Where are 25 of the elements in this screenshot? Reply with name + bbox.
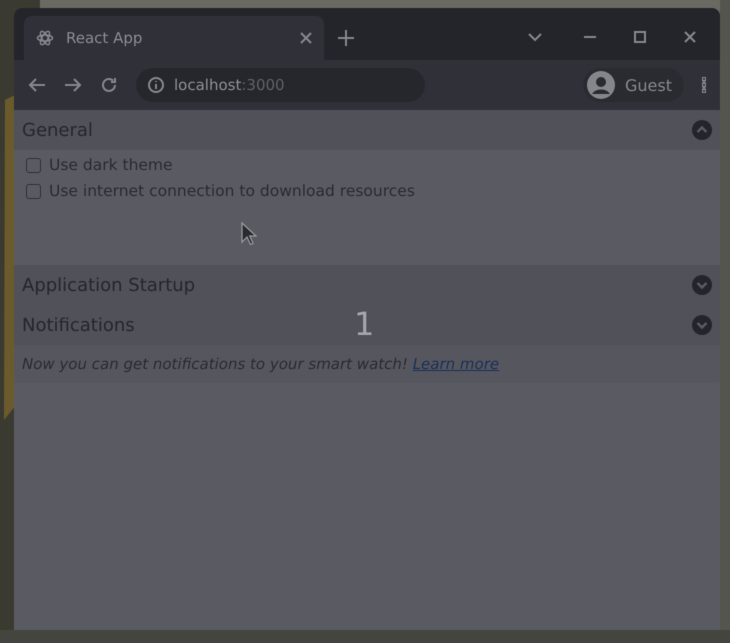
tab-title: React App (66, 29, 144, 47)
maximize-icon[interactable] (634, 31, 646, 43)
plus-icon[interactable] (338, 30, 354, 46)
close-icon[interactable] (684, 31, 696, 43)
chevron-icon[interactable] (692, 275, 712, 295)
menu-icon[interactable] (702, 77, 706, 93)
profile-button[interactable]: Guest (583, 68, 684, 102)
chevron-icon[interactable] (692, 120, 712, 140)
chevron-down-icon[interactable] (528, 32, 542, 42)
step-number: 1 (354, 305, 374, 343)
learn-more-link[interactable]: Learn more (412, 355, 500, 373)
browser-tab[interactable]: React App (24, 16, 324, 60)
address-bar[interactable]: localhost:3000 (136, 68, 425, 102)
reload-icon[interactable] (100, 76, 118, 94)
url-text: localhost:3000 (174, 76, 285, 94)
avatar-icon (587, 71, 615, 99)
atom-icon (36, 29, 54, 47)
close-icon[interactable] (300, 32, 312, 44)
cursor-icon (241, 222, 257, 246)
chevron-icon[interactable] (692, 315, 712, 335)
info-icon (148, 77, 164, 93)
checkbox[interactable] (26, 158, 41, 172)
checkbox[interactable] (26, 184, 41, 198)
forward-icon[interactable] (64, 77, 82, 93)
back-icon[interactable] (28, 77, 46, 93)
